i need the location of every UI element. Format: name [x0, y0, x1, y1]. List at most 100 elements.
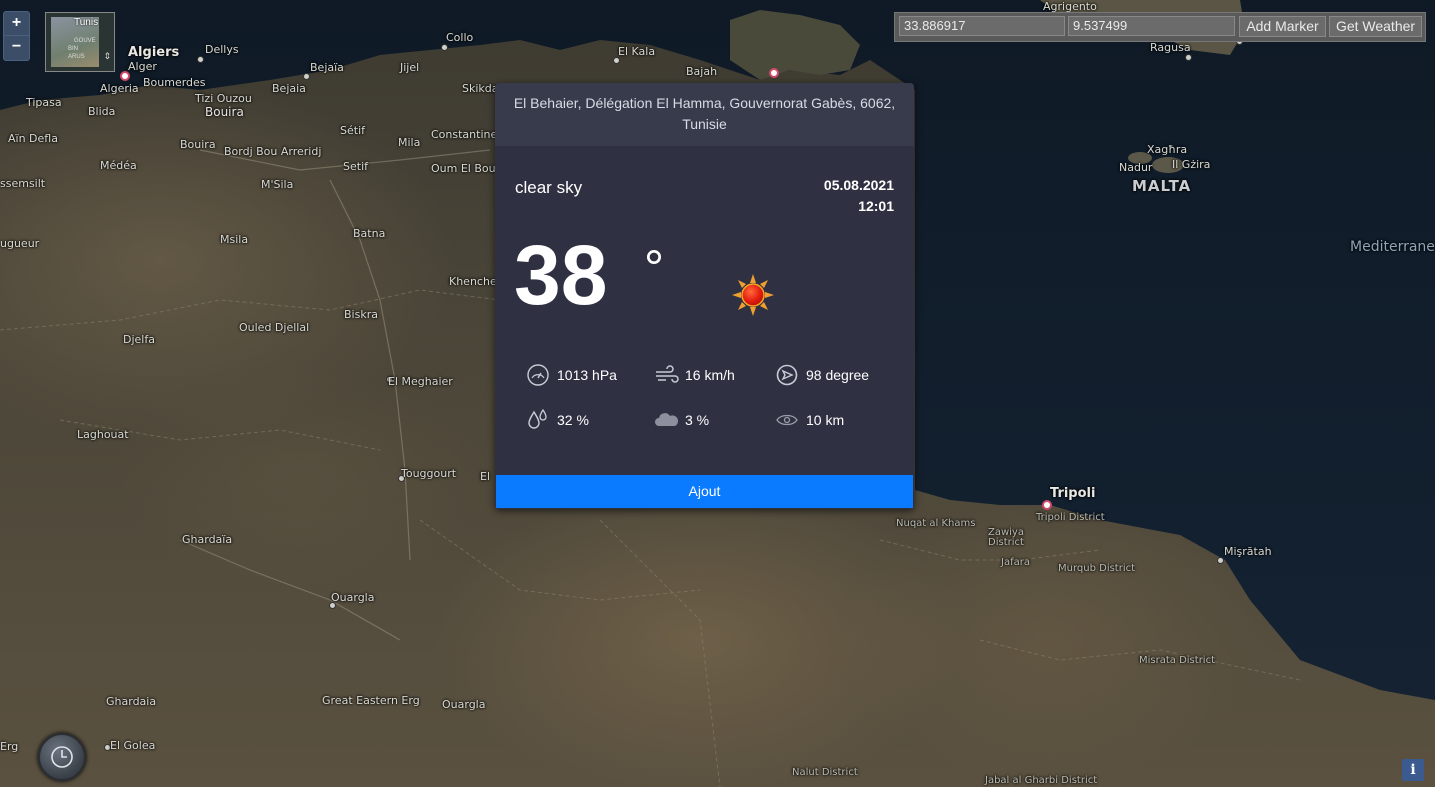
map-label: Blida — [88, 105, 116, 118]
overview-toggle-icon[interactable]: ⇕ — [103, 51, 111, 62]
overview-text: GOUVE — [74, 38, 96, 44]
zoom-in-button[interactable]: + — [4, 12, 29, 35]
map-label: Murqub District — [1058, 563, 1136, 574]
map-label: Alger — [128, 60, 157, 73]
coordinate-toolbar: 33.886917 9.537499 Add Marker Get Weathe… — [894, 12, 1426, 42]
clouds-value: 3 % — [685, 412, 710, 428]
map-label: Msila — [220, 233, 249, 246]
map-label: Xagħra — [1147, 143, 1188, 156]
map-label: ugueur — [0, 237, 40, 250]
weather-date: 05.08.2021 — [823, 177, 894, 193]
map-label: Touggourt — [401, 467, 457, 480]
longitude-input[interactable]: 9.537499 — [1068, 16, 1235, 36]
map-label: Ouargla — [442, 698, 486, 711]
history-button[interactable] — [38, 733, 86, 781]
map-label: Ragusa — [1150, 41, 1191, 54]
map-label: Nuqat al Khams — [896, 518, 976, 529]
map-label: Mila — [398, 136, 421, 149]
map-label: Dellys — [205, 43, 239, 56]
map-label: Tipasa — [26, 96, 62, 109]
map-label: Tizi Ouzou — [195, 92, 252, 105]
visibility-value: 10 km — [806, 412, 845, 428]
wind-direction-value: 98 degree — [806, 367, 870, 383]
map-label: El Meghaier — [388, 375, 453, 388]
map-label: Bejaïa — [310, 61, 344, 74]
map-label: El Kala — [618, 45, 656, 58]
map-label: Sétif — [340, 124, 365, 137]
map-label: Bouira — [180, 138, 216, 151]
map-label: MALTA — [1132, 177, 1192, 195]
map-label: Jabal al Gharbi District — [985, 775, 1098, 786]
map-label: Nadur — [1119, 161, 1153, 174]
map-label: Collo — [446, 31, 474, 44]
map-label: Laghouat — [77, 428, 129, 441]
map-label: Great Eastern Erg — [322, 694, 420, 707]
city-dot — [441, 44, 448, 51]
city-dot — [1185, 54, 1192, 61]
gauge-icon — [527, 364, 549, 386]
map-label: Aïn Defla — [8, 132, 58, 145]
map-label: El Golea — [110, 739, 156, 752]
map-label: Médéa — [100, 159, 137, 172]
compass-icon — [776, 364, 798, 386]
map-label: Boumerdes — [143, 76, 206, 89]
map-label: Ghardaïa — [182, 533, 233, 546]
clock-icon — [51, 746, 73, 768]
map-label: Algiers — [128, 45, 180, 60]
map-label: Jafara — [1001, 557, 1030, 568]
map-label: Mediterrane — [1350, 239, 1435, 255]
city-dot — [613, 57, 620, 64]
sun-icon — [732, 274, 774, 316]
map-label: Constantine — [431, 128, 498, 141]
degree-symbol: ° — [644, 240, 664, 296]
city-dot — [303, 73, 310, 80]
wind-speed-value: 16 km/h — [685, 367, 735, 383]
add-marker-button[interactable]: Add Marker — [1239, 16, 1326, 37]
cloud-icon — [655, 413, 679, 426]
map-label: Setif — [343, 160, 368, 173]
map-label: Biskra — [344, 308, 378, 321]
humidity-icon — [528, 408, 547, 429]
map-label: M'Sila — [261, 178, 294, 191]
map-label: Erg — [0, 740, 19, 753]
map-label: Ghardaia — [106, 695, 157, 708]
city-dot — [769, 68, 779, 78]
map-label: Skikda — [462, 82, 499, 95]
map-label: Nalut District — [792, 767, 858, 778]
map-label: Bejaia — [272, 82, 306, 95]
weather-header: El Behaier, Délégation El Hamma, Gouvern… — [495, 83, 914, 146]
weather-time: 12:01 — [858, 198, 894, 214]
city-dot — [1217, 557, 1224, 564]
map-label: Algeria — [100, 82, 139, 95]
add-button[interactable]: Ajout — [496, 475, 913, 508]
latitude-input[interactable]: 33.886917 — [899, 16, 1065, 36]
map-label: Tripoli District — [1036, 512, 1105, 523]
overview-text: ARUS — [68, 54, 85, 60]
zoom-out-button[interactable]: − — [4, 35, 29, 59]
map-label: Jijel — [400, 61, 420, 74]
city-dot — [1042, 500, 1052, 510]
wind-icon — [656, 365, 679, 383]
temperature-value: 38 — [514, 228, 608, 322]
eye-icon — [776, 414, 798, 426]
map-label: El — [480, 470, 491, 483]
map-label: Ouled Djellal — [239, 321, 310, 334]
overview-text: BIN — [68, 46, 79, 52]
humidity-value: 32 % — [557, 412, 589, 428]
get-weather-button[interactable]: Get Weather — [1329, 16, 1422, 37]
map-label: Djelfa — [123, 333, 155, 346]
weather-popup: El Behaier, Délégation El Hamma, Gouvern… — [495, 83, 914, 509]
map-label: Bordj Bou Arreridj — [224, 145, 322, 158]
overview-map[interactable]: Tunis GOUVE BIN ARUS ⇕ — [45, 12, 115, 72]
map-label: Mişrātah — [1224, 545, 1272, 558]
info-button[interactable]: i — [1402, 759, 1424, 781]
map-label: Misrata District — [1139, 655, 1216, 666]
map-label: Ouargla — [331, 591, 375, 604]
overview-label: Tunis — [74, 17, 99, 28]
location-address: El Behaier, Délégation El Hamma, Gouvern… — [513, 95, 896, 132]
weather-condition: clear sky — [515, 178, 583, 197]
map-label: Tripoli — [1050, 486, 1096, 501]
map-label: Bouira — [205, 105, 244, 119]
map-label: Il Gżira — [1172, 158, 1211, 171]
pressure-value: 1013 hPa — [557, 367, 617, 383]
